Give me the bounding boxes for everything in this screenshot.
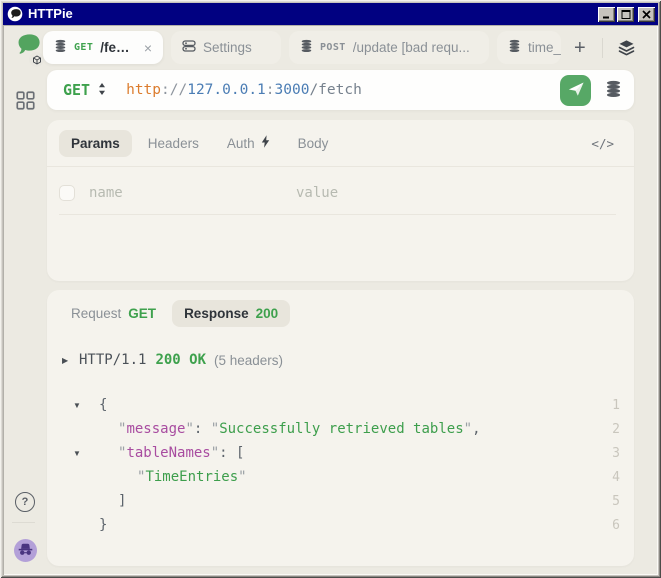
layers-icon[interactable] [614, 37, 639, 59]
protocol: HTTP/1.1 [79, 352, 146, 368]
line-number: 5 [590, 494, 634, 509]
minimize-button[interactable] [598, 7, 615, 22]
line-number: 1 [590, 398, 634, 413]
param-name-input[interactable] [87, 184, 294, 202]
status-code: 200 OK [155, 352, 206, 368]
json-line: ▼ "tableNames": [ 3 [47, 441, 634, 465]
request-url-bar: GET http://127.0.0.1:3000/fetch [47, 70, 634, 110]
json-line-code: } [99, 517, 590, 533]
code-view-toggle[interactable]: </> [585, 135, 620, 152]
fold-toggle-icon[interactable]: ▼ [47, 401, 99, 410]
database-stack-icon [300, 39, 313, 56]
json-line-code: "tableNames": [ [99, 445, 590, 461]
maximize-button[interactable] [617, 7, 634, 22]
tab-time[interactable]: time_ [497, 31, 561, 64]
request-editor-panel: Params Headers Auth Body </> [47, 120, 634, 281]
tab-label: Settings [203, 40, 252, 55]
url-host: 127.0.0.1 [187, 82, 266, 98]
database-stack-icon [508, 39, 521, 56]
tab-label: /fetch [100, 40, 134, 55]
tab-method: GET [74, 42, 93, 53]
response-panel: Request GET Response 200 ▶ HTTP/1.1 200 … [47, 290, 634, 566]
up-down-arrows-icon [98, 81, 106, 99]
fold-toggle-icon[interactable]: ▼ [47, 449, 99, 458]
apps-grid-icon[interactable] [15, 91, 35, 111]
request-editor-tabs: Params Headers Auth Body </> [59, 128, 620, 158]
lightning-bolt-icon [261, 135, 270, 151]
param-enabled-checkbox[interactable] [59, 185, 75, 201]
method-selector[interactable]: GET [59, 81, 110, 99]
tab-post-update[interactable]: POST /update [bad requ... [289, 31, 489, 64]
method-value: GET [63, 81, 90, 99]
response-panel-tabs: Request GET Response 200 [59, 298, 620, 328]
database-stack-icon [54, 39, 67, 56]
line-number: 3 [590, 446, 634, 461]
param-row [59, 171, 616, 215]
httpie-window-icon [7, 6, 23, 22]
app-client-area: ? GET /fetch × Settings POST /update [ba… [3, 25, 658, 575]
tab-label: /update [bad requ... [353, 40, 470, 55]
json-line-code: { [99, 397, 590, 413]
tab-bar-divider [602, 38, 603, 58]
environment-cube-icon[interactable] [29, 52, 44, 67]
close-tab-icon[interactable]: × [144, 40, 152, 56]
tab-response[interactable]: Response 200 [172, 300, 290, 327]
url-port: 3000 [275, 82, 310, 98]
tab-label: time_ [528, 40, 561, 55]
new-tab-button[interactable]: + [569, 38, 591, 58]
url-separator: :// [161, 82, 187, 98]
json-line: "TimeEntries" 4 [47, 465, 634, 489]
tab-body[interactable]: Body [286, 130, 341, 157]
json-line: ] 5 [47, 489, 634, 513]
line-number: 4 [590, 470, 634, 485]
url-port-separator: : [266, 82, 275, 98]
tab-auth-label: Auth [227, 136, 255, 151]
send-button[interactable] [560, 75, 591, 106]
app-window: HTTPie ? [0, 0, 661, 578]
tab-auth[interactable]: Auth [215, 129, 282, 157]
tab-bar: GET /fetch × Settings POST /update [bad … [43, 31, 639, 64]
request-tab-method: GET [128, 306, 156, 321]
sessions-database-icon[interactable] [602, 80, 625, 101]
help-icon[interactable]: ? [15, 492, 35, 512]
request-tab-label: Request [71, 306, 121, 321]
tab-get-fetch[interactable]: GET /fetch × [43, 31, 163, 64]
headers-fold-icon[interactable]: ▶ [62, 356, 79, 365]
tab-method: POST [320, 42, 346, 53]
json-line-code: ] [99, 493, 590, 509]
json-line: ▼ { 1 [47, 393, 634, 417]
account-avatar[interactable] [14, 539, 37, 562]
url-input[interactable]: http://127.0.0.1:3000/fetch [126, 82, 560, 98]
left-sidebar: ? [3, 25, 43, 575]
tab-settings[interactable]: Settings [171, 31, 281, 64]
server-icon [182, 39, 196, 56]
line-number: 2 [590, 422, 634, 437]
response-status-line: ▶ HTTP/1.1 200 OK (5 headers) [62, 350, 620, 370]
response-status-badge: 200 [256, 306, 279, 321]
title-bar: HTTPie [3, 3, 658, 25]
panel-divider [47, 166, 634, 167]
rail-divider [12, 522, 35, 523]
paper-plane-icon [567, 80, 585, 101]
json-line-code: "TimeEntries" [99, 469, 590, 485]
json-line: } 6 [47, 513, 634, 537]
url-scheme: http [126, 82, 161, 98]
url-path: /fetch [309, 82, 361, 98]
response-body: ▼ { 1 "message": "Successfully retrieved… [47, 393, 634, 537]
tab-headers[interactable]: Headers [136, 130, 211, 157]
response-tab-label: Response [184, 306, 249, 321]
tab-params[interactable]: Params [59, 130, 132, 157]
json-line-code: "message": "Successfully retrieved table… [99, 421, 590, 437]
tab-request[interactable]: Request GET [59, 300, 168, 327]
json-line: "message": "Successfully retrieved table… [47, 417, 634, 441]
close-button[interactable] [638, 7, 655, 22]
window-title: HTTPie [28, 3, 593, 25]
headers-count: (5 headers) [214, 353, 283, 368]
line-number: 6 [590, 518, 634, 533]
param-value-input[interactable] [294, 184, 616, 202]
